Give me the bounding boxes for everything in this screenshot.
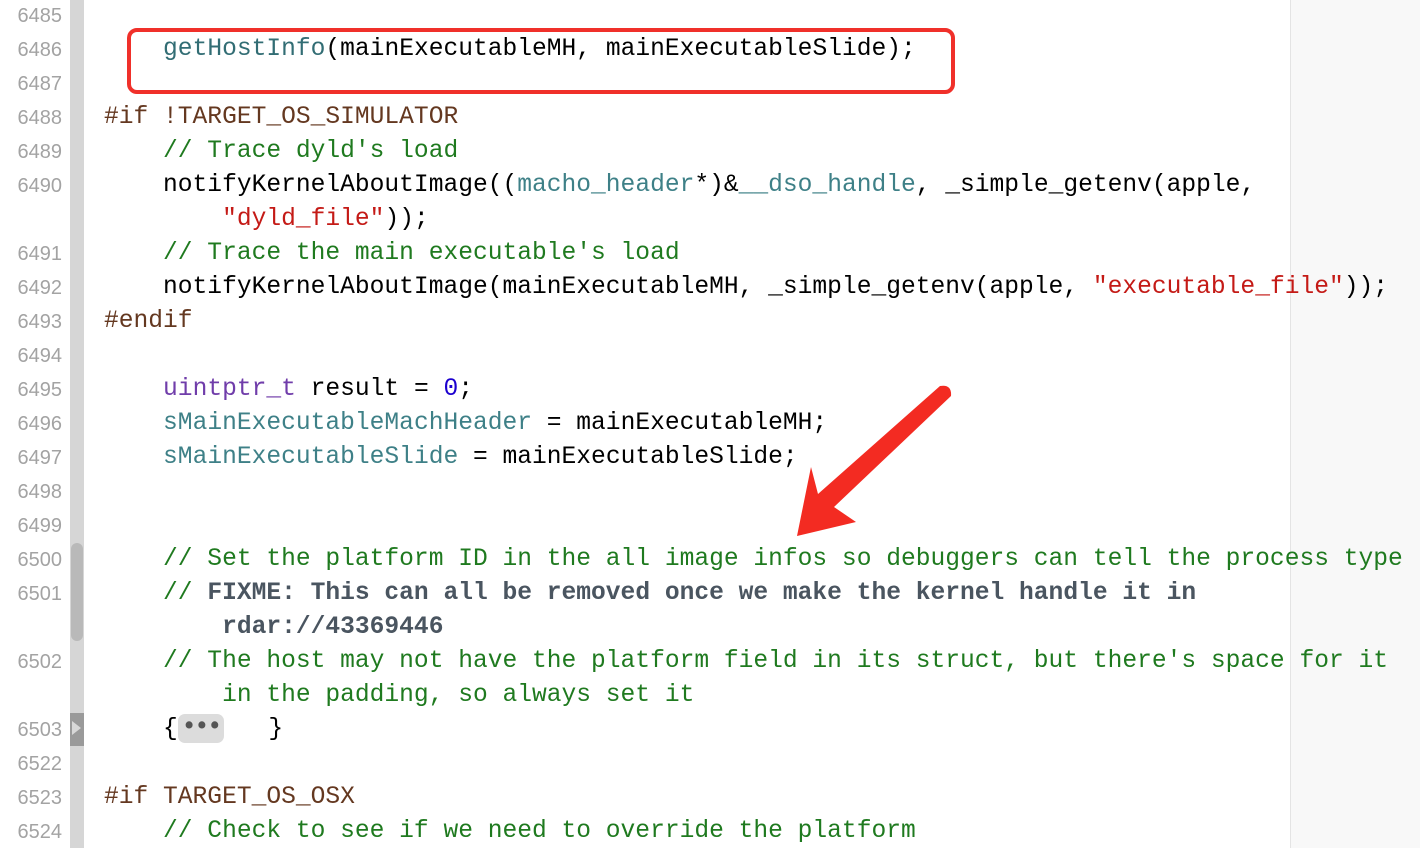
annotation-arrow-icon [797, 385, 952, 536]
arrow-shape [797, 385, 952, 536]
